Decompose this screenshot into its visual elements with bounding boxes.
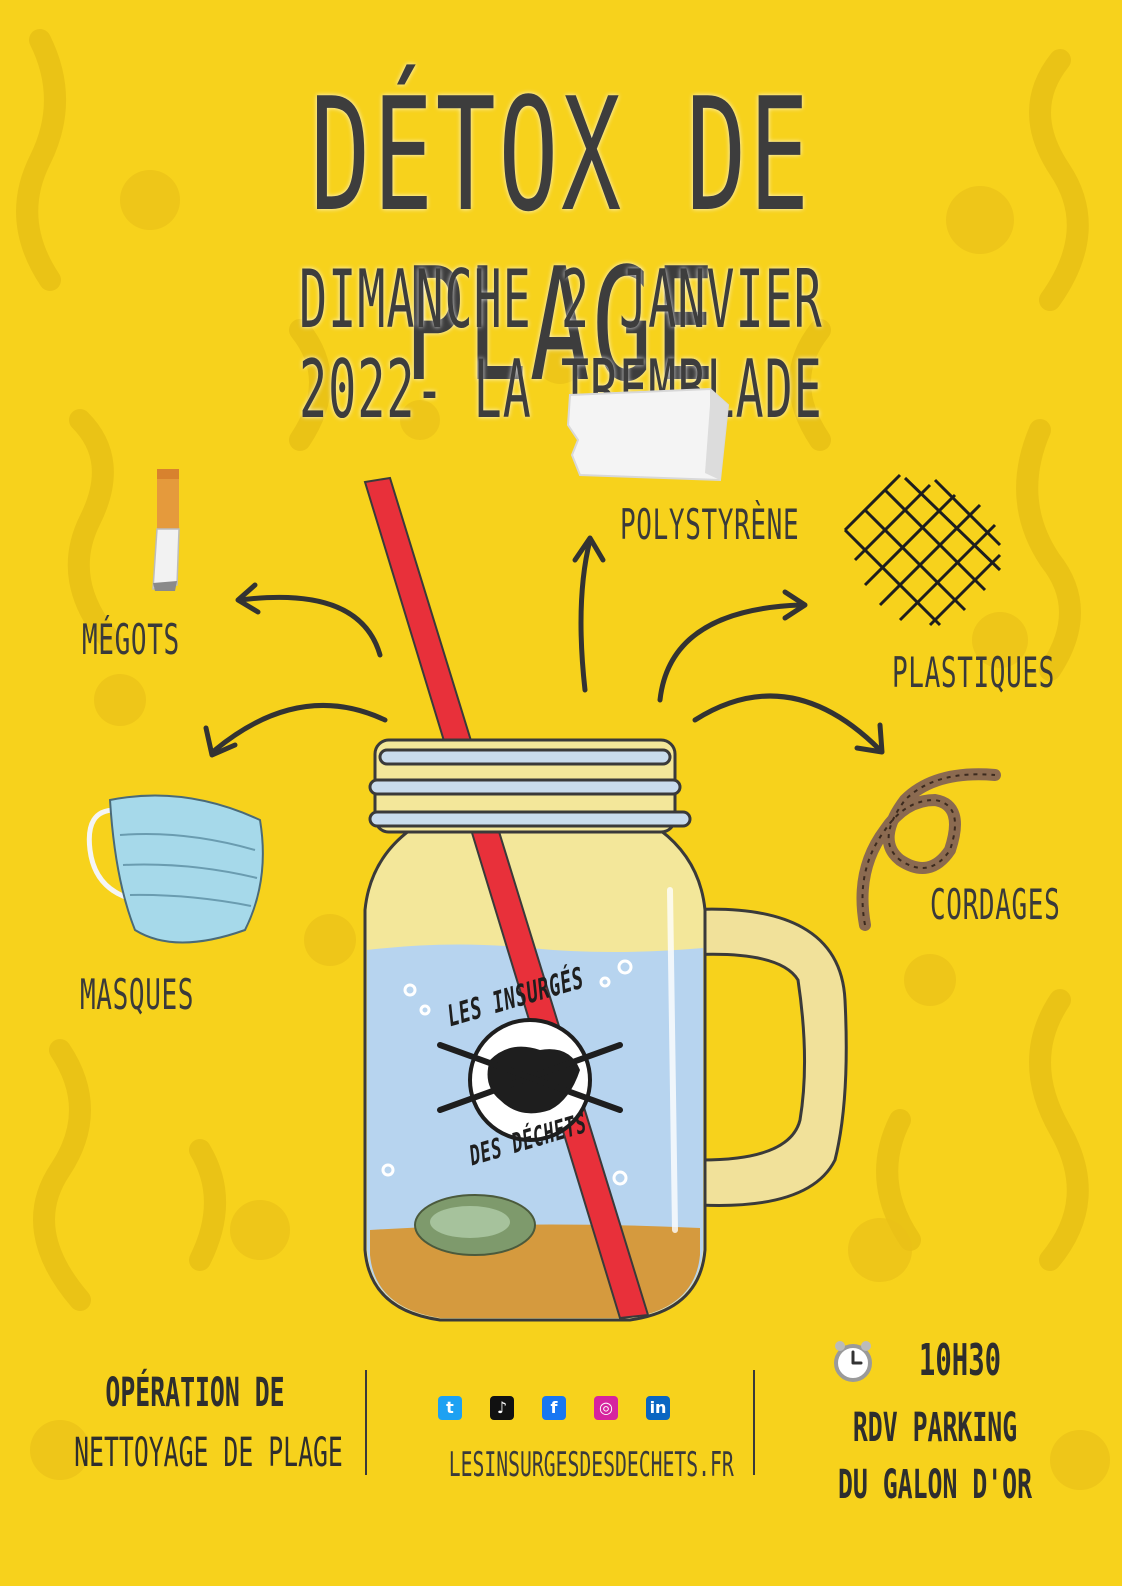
- alarm-clock-icon: [834, 1341, 872, 1382]
- label-plastiques: PLASTIQUES: [892, 648, 1055, 697]
- meeting-point-line2: DU GALON D'OR: [837, 1462, 1033, 1508]
- website-link[interactable]: LESINSURGESDESDECHETS.FR: [449, 1445, 734, 1485]
- facebook-icon[interactable]: f: [542, 1396, 566, 1420]
- label-megots: MÉGOTS: [82, 615, 180, 664]
- mason-jar-illustration: [363, 476, 848, 1322]
- linkedin-icon[interactable]: in: [646, 1396, 670, 1420]
- tiktok-icon[interactable]: ♪: [490, 1396, 514, 1420]
- label-cordages: CORDAGES: [930, 880, 1061, 929]
- instagram-icon[interactable]: ◎: [594, 1396, 618, 1420]
- twitter-icon[interactable]: t: [438, 1396, 462, 1420]
- footer-divider-left: [365, 1370, 367, 1475]
- label-polystyrene: POLYSTYRÈNE: [620, 500, 800, 549]
- meeting-point-line1: RDV PARKING: [852, 1405, 1018, 1451]
- operation-line2: NETTOYAGE DE PLAGE: [74, 1430, 343, 1476]
- label-masques: MASQUES: [80, 970, 195, 1019]
- poster: DÉTOX DE PLAGE DIMANCHE 2 JANVIER 2022- …: [0, 0, 1122, 1586]
- footer-divider-right: [753, 1370, 755, 1475]
- operation-line1: OPÉRATION DE: [105, 1370, 285, 1416]
- event-time: 10H30: [918, 1335, 1002, 1386]
